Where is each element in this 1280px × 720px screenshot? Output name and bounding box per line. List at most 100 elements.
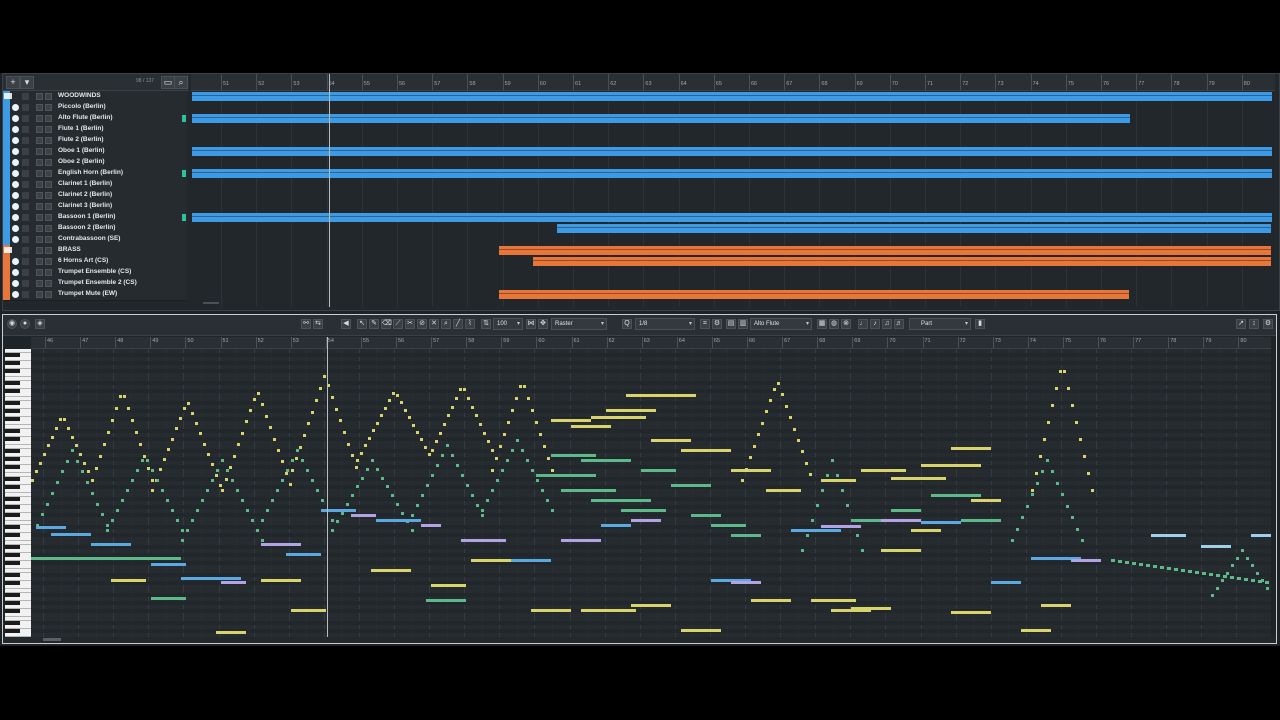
midi-note[interactable]	[811, 519, 814, 522]
midi-note[interactable]	[141, 459, 144, 462]
midi-note[interactable]	[101, 513, 104, 517]
midi-note[interactable]	[931, 494, 981, 497]
midi-note[interactable]	[431, 449, 434, 452]
midi-note[interactable]	[1067, 386, 1070, 390]
midi-note[interactable]	[91, 491, 94, 495]
midi-note[interactable]	[289, 483, 292, 487]
snap-icon[interactable]: ⋈	[526, 319, 536, 329]
midi-note[interactable]	[506, 459, 509, 462]
midi-note[interactable]	[384, 406, 387, 410]
midi-note[interactable]	[836, 474, 839, 477]
midi-note[interactable]	[1256, 571, 1259, 575]
midi-note[interactable]	[281, 460, 284, 464]
midi-note[interactable]	[626, 394, 696, 397]
midi-note[interactable]	[551, 454, 596, 457]
monitor-icon[interactable]	[12, 214, 19, 221]
midi-note[interactable]	[336, 520, 339, 524]
midi-note[interactable]	[156, 479, 159, 482]
note-grid[interactable]	[31, 349, 1271, 637]
black-key[interactable]	[5, 417, 20, 421]
mute-button[interactable]	[36, 115, 43, 122]
midi-note[interactable]	[1237, 577, 1241, 580]
track-view-icon[interactable]: ▭	[161, 76, 175, 89]
midi-note[interactable]	[1021, 629, 1051, 632]
midi-note[interactable]	[116, 509, 119, 512]
midi-note[interactable]	[1041, 470, 1044, 474]
grid-type-select[interactable]: Raster ▾	[551, 318, 607, 330]
midi-note[interactable]	[431, 584, 466, 587]
solo-button[interactable]	[45, 203, 52, 210]
midi-note[interactable]	[921, 521, 961, 524]
midi-note[interactable]	[291, 609, 326, 612]
note-length-2-icon[interactable]: ♪	[870, 319, 880, 329]
midi-note[interactable]	[471, 494, 474, 497]
midi-note[interactable]	[159, 468, 162, 472]
instrument-select[interactable]: Alto Flute ▾	[750, 318, 812, 330]
midi-note[interactable]	[753, 444, 756, 448]
midi-note[interactable]	[55, 427, 58, 430]
midi-note[interactable]	[481, 514, 484, 517]
midi-note[interactable]	[121, 499, 124, 502]
black-key[interactable]	[5, 533, 20, 537]
midi-note[interactable]	[51, 533, 91, 536]
midi-note[interactable]	[171, 509, 174, 512]
note-length-3-icon[interactable]: ♫	[882, 319, 892, 329]
midi-note[interactable]	[547, 457, 550, 460]
midi-note[interactable]	[111, 519, 114, 522]
midi-note[interactable]	[1174, 568, 1178, 571]
black-key[interactable]	[5, 353, 20, 357]
midi-note[interactable]	[404, 408, 407, 412]
midi-note[interactable]	[801, 549, 804, 552]
midi-note[interactable]	[366, 467, 369, 471]
mute-button[interactable]	[36, 159, 43, 166]
midi-note[interactable]	[846, 504, 849, 507]
midi-note[interactable]	[91, 543, 131, 546]
midi-note[interactable]	[479, 423, 482, 426]
midi-note[interactable]	[651, 439, 691, 442]
midi-note[interactable]	[103, 443, 106, 446]
midi-note[interactable]	[151, 597, 186, 600]
midi-note[interactable]	[1026, 504, 1029, 508]
midi-note[interactable]	[741, 479, 744, 482]
midi-note[interactable]	[355, 466, 358, 470]
midi-note[interactable]	[1202, 572, 1206, 575]
black-key[interactable]	[5, 513, 20, 517]
track-row[interactable]: Trumpet Mute (EW)	[3, 289, 187, 301]
midi-note[interactable]	[265, 414, 268, 418]
midi-note[interactable]	[785, 404, 788, 408]
black-key[interactable]	[5, 609, 20, 613]
monitor-icon[interactable]	[12, 170, 19, 177]
midi-note[interactable]	[207, 453, 210, 456]
solo-button[interactable]	[45, 159, 52, 166]
midi-note[interactable]	[301, 459, 304, 462]
midi-note[interactable]	[436, 464, 439, 467]
midi-note[interactable]	[171, 437, 174, 441]
midi-part[interactable]	[557, 224, 1271, 233]
midi-note[interactable]	[1132, 562, 1136, 565]
midi-note[interactable]	[371, 459, 374, 462]
midi-note[interactable]	[245, 420, 248, 424]
record-enable-icon[interactable]	[22, 137, 29, 144]
midi-note[interactable]	[311, 410, 314, 414]
note-length-4-icon[interactable]: ♬	[894, 319, 904, 329]
monitor-icon[interactable]	[12, 225, 19, 232]
midi-note[interactable]	[455, 397, 458, 400]
record-enable-icon[interactable]	[22, 148, 29, 155]
midi-note[interactable]	[416, 504, 419, 507]
lock-icon[interactable]: ◈	[35, 319, 45, 329]
monitor-icon[interactable]	[12, 236, 19, 243]
midi-note[interactable]	[1066, 504, 1069, 508]
record-icon[interactable]: ●	[20, 319, 30, 329]
midi-note[interactable]	[106, 529, 109, 532]
editor-settings-icon[interactable]: ⚙	[1263, 319, 1273, 329]
midi-note[interactable]	[791, 529, 841, 532]
midi-note[interactable]	[372, 429, 375, 433]
midi-note[interactable]	[1251, 579, 1255, 582]
midi-note[interactable]	[211, 463, 214, 467]
midi-note[interactable]	[31, 479, 34, 482]
midi-note[interactable]	[531, 409, 534, 412]
record-enable-icon[interactable]	[22, 181, 29, 188]
midi-note[interactable]	[186, 529, 189, 532]
nudge-icon[interactable]: ⇅	[481, 319, 491, 329]
midi-note[interactable]	[221, 459, 224, 462]
